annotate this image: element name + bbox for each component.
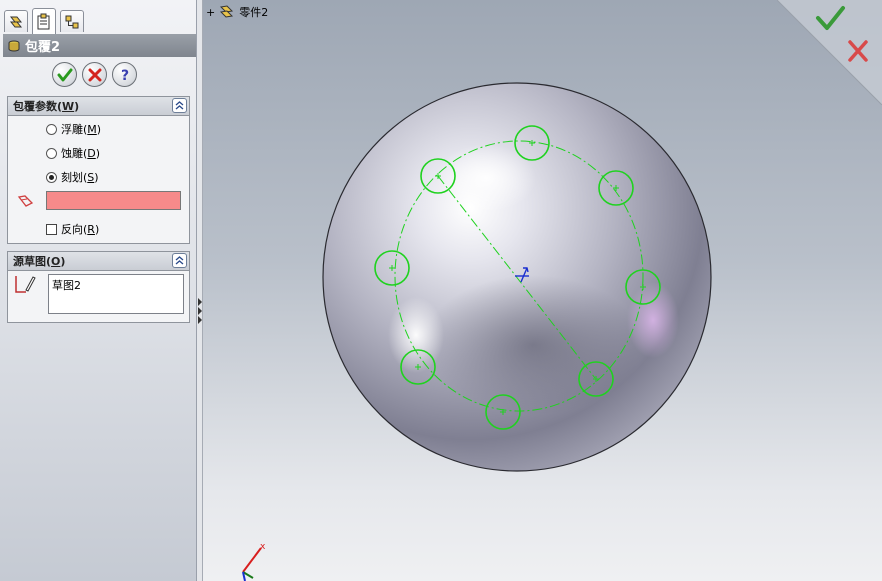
sphere-highlight <box>436 144 536 212</box>
sketch-icon <box>15 276 36 293</box>
deboss-radio[interactable] <box>46 147 57 159</box>
feature-title: 包覆2 <box>25 40 61 55</box>
question-icon: ? <box>120 68 128 83</box>
property-manager-panel: 包覆2 ? 包覆参数(W) 浮雕(M) 蚀雕(D) 刻划(S) 反向(R) 源草… <box>0 0 197 581</box>
source-sketch-list[interactable]: 草图2 <box>48 274 184 314</box>
sphere-shadow <box>423 275 643 415</box>
sphere-reflection <box>627 282 679 358</box>
chevron-up-icon <box>175 256 184 265</box>
emboss-option[interactable]: 浮雕(M) <box>46 121 101 137</box>
wrap-parameters-title: 包覆参数(W) <box>13 100 80 113</box>
reverse-direction-label: 反向(R) <box>61 223 100 236</box>
feature-header: 包覆2 <box>3 34 196 57</box>
splitter-grip-icon[interactable] <box>198 298 202 324</box>
feature-tree-flyout[interactable]: + 零件2 <box>206 4 268 20</box>
tab-feature-manager[interactable] <box>4 10 28 32</box>
cancel-button[interactable] <box>82 62 107 87</box>
reverse-direction-checkbox[interactable] <box>46 223 57 235</box>
chevron-up-icon <box>175 101 184 110</box>
scribe-option[interactable]: 刻划(S) <box>46 169 99 185</box>
list-item[interactable]: 草图2 <box>52 277 180 293</box>
green-check-icon <box>57 68 72 81</box>
help-button[interactable]: ? <box>112 62 137 87</box>
emboss-label: 浮雕(M) <box>61 123 102 136</box>
part-name[interactable]: 零件2 <box>239 4 268 20</box>
action-buttons: ? <box>52 62 137 88</box>
red-x-icon <box>88 68 101 81</box>
expand-toggle[interactable]: + <box>206 6 215 19</box>
face-selection-box[interactable] <box>46 191 181 210</box>
tab-configuration-manager[interactable] <box>60 10 84 32</box>
scribe-label: 刻划(S) <box>61 171 99 184</box>
property-manager-icon <box>37 13 50 29</box>
face-icon <box>17 195 34 207</box>
part-icon <box>220 5 234 18</box>
axis-triad-icon: x <box>242 542 266 581</box>
wrap-feature-icon <box>8 40 20 51</box>
group-title: 包覆参数(W) <box>8 97 189 116</box>
collapse-wrap-parameters-button[interactable] <box>172 98 187 113</box>
collapse-source-sketch-button[interactable] <box>172 253 187 268</box>
scribe-radio[interactable] <box>46 171 57 183</box>
svg-text:?: ? <box>120 68 128 83</box>
tab-property-manager[interactable] <box>32 8 56 34</box>
deboss-option[interactable]: 蚀雕(D) <box>46 145 100 161</box>
feature-tree-icon <box>9 16 23 27</box>
manager-tab-strip <box>0 0 196 34</box>
deboss-label: 蚀雕(D) <box>61 147 101 160</box>
emboss-radio[interactable] <box>46 123 57 135</box>
confirmation-corner <box>777 0 882 105</box>
graphics-area[interactable]: x + 零件2 <box>203 0 882 581</box>
source-sketch-title: 源草图(O) <box>13 255 66 268</box>
configuration-icon <box>65 15 79 28</box>
reverse-direction-option[interactable]: 反向(R) <box>46 221 99 237</box>
ok-button[interactable] <box>52 62 77 87</box>
group-title: 源草图(O) <box>8 252 189 271</box>
svg-text:x: x <box>260 542 266 552</box>
sphere-highlight <box>388 297 444 373</box>
wrap-parameters-group: 包覆参数(W) 浮雕(M) 蚀雕(D) 刻划(S) 反向(R) <box>7 96 190 244</box>
source-sketch-group: 源草图(O) 草图2 <box>7 251 190 323</box>
